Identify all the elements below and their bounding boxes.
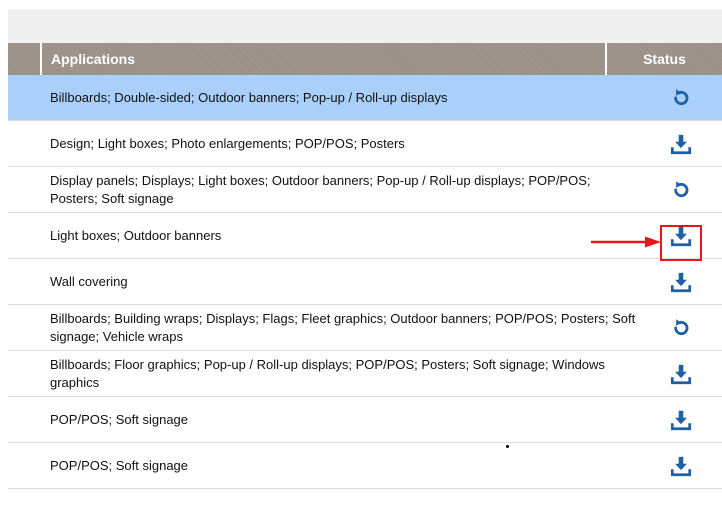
status-cell (640, 121, 722, 166)
download-icon[interactable] (670, 133, 692, 155)
status-cell (640, 305, 722, 350)
table-row[interactable]: Billboards; Floor graphics; Pop-up / Rol… (8, 351, 722, 397)
applications-cell: Billboards; Double-sided; Outdoor banner… (50, 89, 448, 105)
applications-cell: POP/POS; Soft signage (50, 411, 189, 427)
red-arrow-icon (591, 236, 661, 248)
status-cell (640, 167, 722, 212)
table-row[interactable]: POP/POS; Soft signage (8, 443, 722, 489)
applications-cell: Display panels; Displays; Light boxes; O… (50, 172, 591, 206)
applications-cell: Billboards; Building wraps; Displays; Fl… (50, 310, 636, 344)
applications-cell: Billboards; Floor graphics; Pop-up / Rol… (50, 356, 605, 390)
top-bar (8, 9, 722, 43)
download-icon[interactable] (670, 271, 692, 293)
table-row[interactable]: Wall covering (8, 259, 722, 305)
download-icon[interactable] (670, 455, 692, 477)
column-header-applications[interactable]: Applications (8, 43, 605, 75)
column-header-status[interactable]: Status (605, 43, 722, 75)
table-header: Applications Status (8, 43, 722, 75)
refresh-icon[interactable] (670, 87, 692, 109)
applications-cell: POP/POS; Soft signage (50, 457, 189, 473)
refresh-icon[interactable] (670, 179, 692, 201)
download-icon[interactable] (670, 363, 692, 385)
applications-cell: Design; Light boxes; Photo enlargements;… (50, 135, 405, 151)
applications-table: Applications Status Billboards; Double-s… (8, 43, 722, 489)
status-cell (640, 351, 722, 396)
status-cell (640, 75, 722, 120)
refresh-icon[interactable] (670, 317, 692, 339)
status-cell (640, 397, 722, 442)
applications-cell: Wall covering (50, 273, 128, 289)
table-row[interactable]: Billboards; Building wraps; Displays; Fl… (8, 305, 722, 351)
table-row[interactable]: Billboards; Double-sided; Outdoor banner… (8, 75, 722, 121)
red-highlight-box (660, 225, 702, 261)
download-icon[interactable] (670, 409, 692, 431)
stray-dot (506, 445, 509, 448)
table-row[interactable]: Display panels; Displays; Light boxes; O… (8, 167, 722, 213)
status-cell (640, 259, 722, 304)
status-cell (640, 443, 722, 488)
table-row[interactable]: POP/POS; Soft signage (8, 397, 722, 443)
table-row[interactable]: Design; Light boxes; Photo enlargements;… (8, 121, 722, 167)
applications-cell: Light boxes; Outdoor banners (50, 227, 222, 243)
